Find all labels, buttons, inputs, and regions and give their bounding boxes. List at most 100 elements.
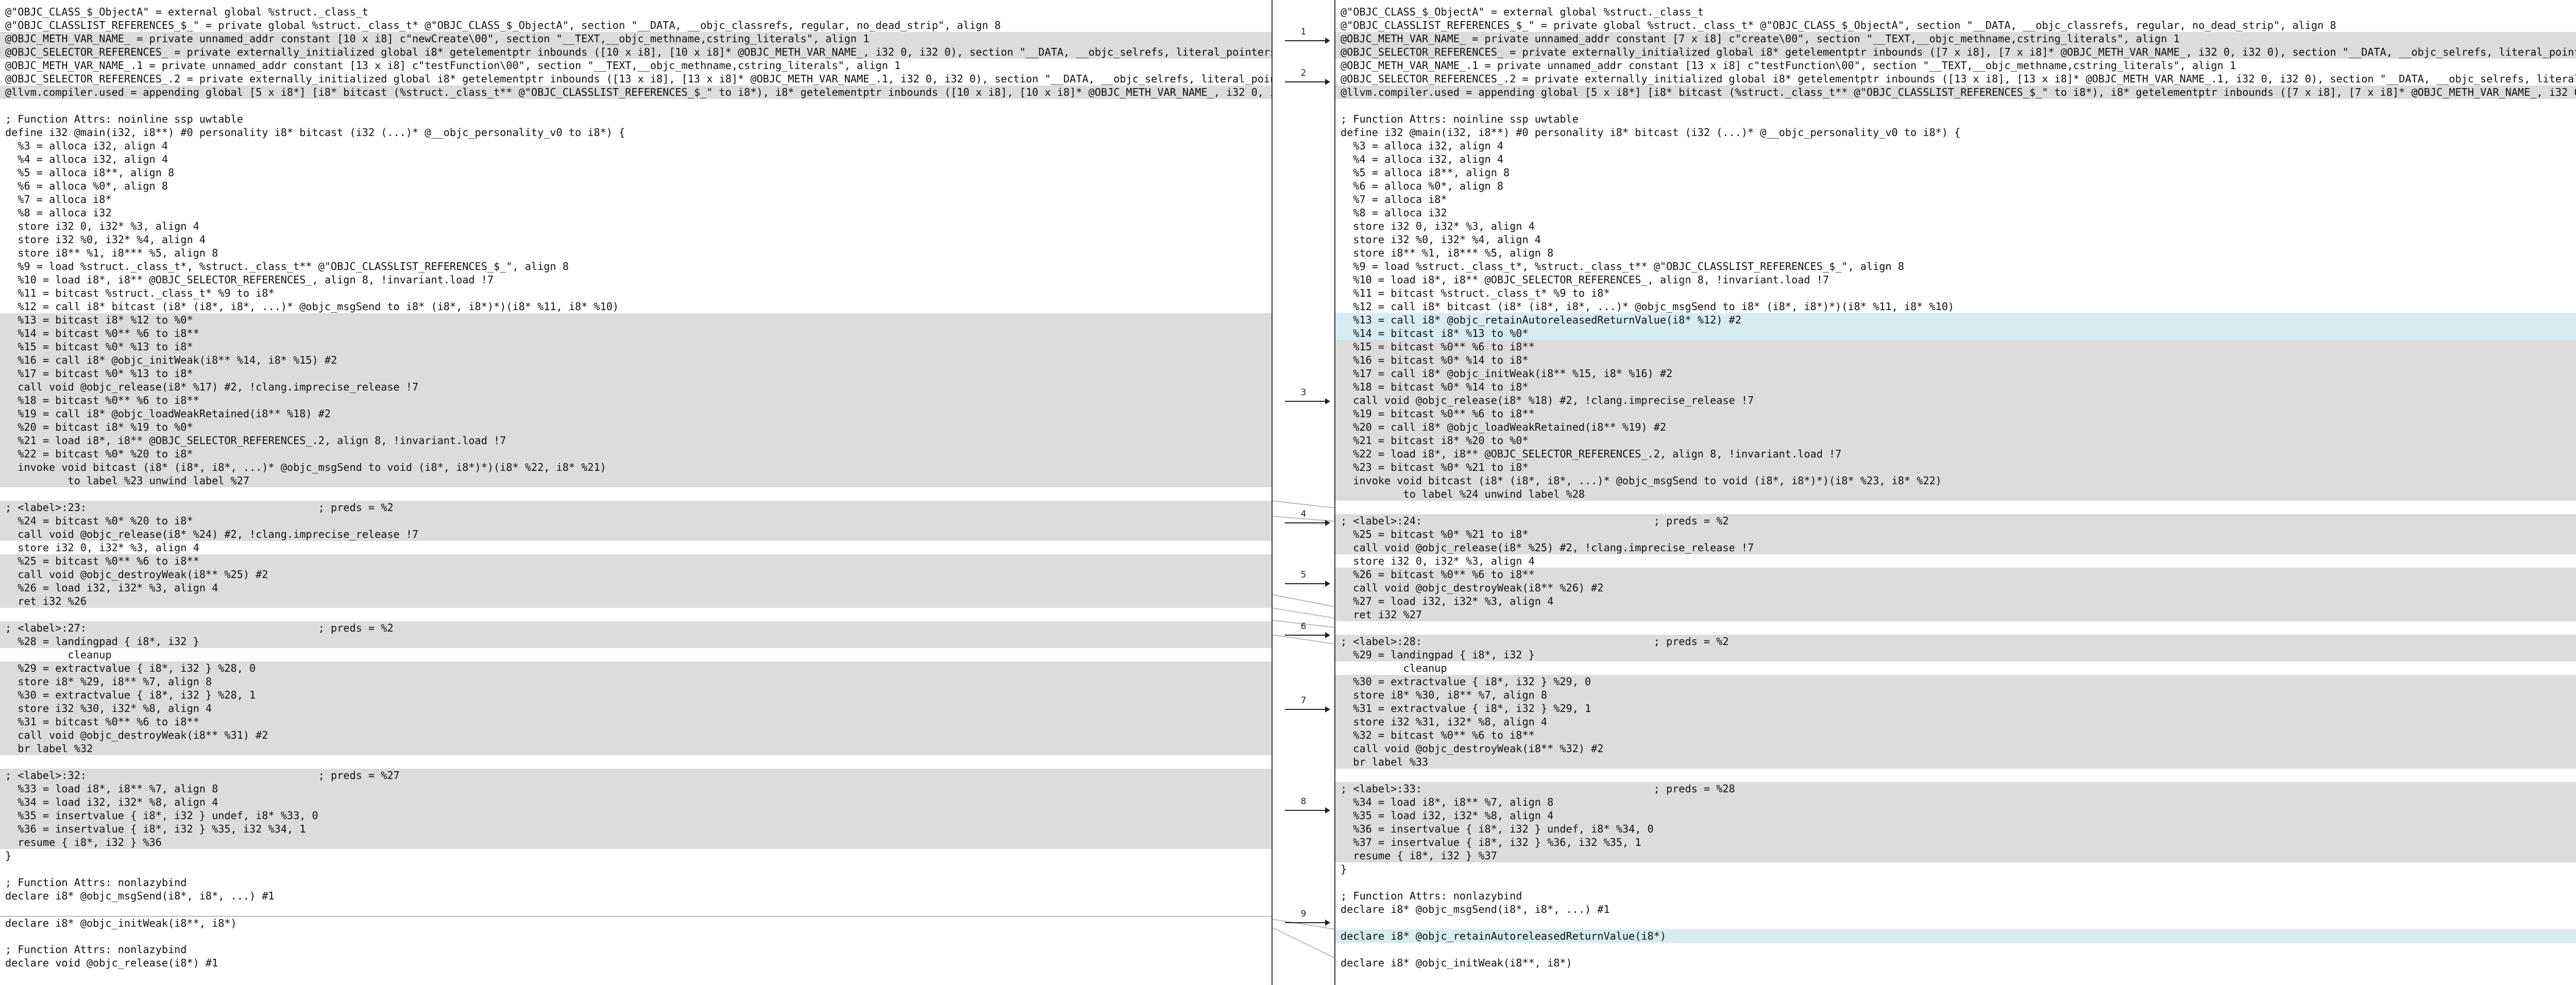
left-code-line: %4 = alloca i32, align 4	[5, 153, 168, 165]
left-code-line: br label %32	[0, 742, 1272, 755]
left-code-line: @OBJC_SELECTOR_REFERENCES_ = private ext…	[0, 45, 1272, 59]
left-code-line: ; Function Attrs: nonlazybind	[5, 943, 187, 956]
left-code-line: %5 = alloca i8**, align 8	[5, 166, 175, 179]
change-arrow-icon[interactable]	[1285, 38, 1330, 44]
left-code-line	[0, 903, 1272, 916]
left-code-line: %18 = bitcast %0** %6 to i8**	[0, 394, 1272, 407]
left-code-line: %21 = load i8*, i8** @OBJC_SELECTOR_REFE…	[0, 434, 1272, 447]
change-arrow-icon[interactable]	[1285, 581, 1330, 587]
change-number[interactable]: 8	[1283, 796, 1324, 807]
right-code-line: %17 = call i8* @objc_initWeak(i8** %15, …	[1335, 367, 2576, 380]
right-code-line: %34 = load i8*, i8** %7, align 8	[1335, 795, 2576, 809]
diff-connector-line	[1272, 594, 1335, 607]
change-number[interactable]: 2	[1283, 68, 1324, 78]
left-code-line: define i32 @main(i32, i8**) #0 personali…	[5, 126, 625, 139]
right-code-line: %18 = bitcast %0* %14 to i8*	[1335, 380, 2576, 394]
left-code-line: %31 = bitcast %0** %6 to i8**	[0, 715, 1272, 728]
right-code-line: ; Function Attrs: nonlazybind	[1341, 890, 1522, 902]
left-code-line: declare void @objc_release(i8*) #1	[5, 957, 218, 969]
right-code-line: %25 = bitcast %0* %21 to i8*	[1335, 528, 2576, 541]
right-code-line: %19 = bitcast %0** %6 to i8**	[1335, 407, 2576, 420]
diff-connector-line	[1272, 927, 1335, 959]
change-arrow-icon[interactable]	[1285, 632, 1330, 638]
change-number[interactable]: 6	[1283, 621, 1324, 632]
right-file-pane[interactable]: @"OBJC_CLASS_$_ObjectA" = external globa…	[1335, 0, 2576, 985]
change-number[interactable]: 9	[1283, 909, 1324, 919]
right-code-line: %16 = bitcast %0* %14 to i8*	[1335, 353, 2576, 367]
left-code-line: %13 = bitcast i8* %12 to %0*	[0, 313, 1272, 327]
change-arrow-icon[interactable]	[1285, 520, 1330, 526]
left-code-line: @llvm.compiler.used = appending global […	[0, 86, 1272, 99]
left-code-line: %8 = alloca i32	[5, 207, 112, 219]
right-code-line: %15 = bitcast %0** %6 to i8**	[1335, 340, 2576, 353]
left-code-line: %3 = alloca i32, align 4	[5, 140, 168, 152]
change-connectors	[1272, 500, 1335, 959]
right-code-line	[1335, 876, 2576, 889]
change-arrow-icon[interactable]	[1285, 807, 1330, 813]
left-code-line: @"OBJC_CLASSLIST_REFERENCES_$_" = privat…	[5, 19, 1001, 31]
change-arrow-icon[interactable]	[1285, 398, 1330, 404]
right-code-line: %21 = bitcast i8* %20 to %0*	[1335, 434, 2576, 447]
left-code-line: %12 = call i8* bitcast (i8* (i8*, i8*, .…	[5, 300, 619, 313]
left-code-line: %9 = load %struct._class_t*, %struct._cl…	[5, 260, 569, 273]
left-code-line: %34 = load i32, i32* %8, align 4	[0, 795, 1272, 809]
left-code-line: %14 = bitcast %0** %6 to i8**	[0, 327, 1272, 340]
change-number[interactable]: 3	[1283, 387, 1324, 398]
gutter-divider-left[interactable]	[1272, 0, 1273, 985]
left-code-line: invoke void bitcast (i8* (i8*, i8*, ...)…	[0, 461, 1272, 474]
left-code-line: %24 = bitcast %0* %20 to i8*	[0, 514, 1272, 528]
right-code-line: @OBJC_SELECTOR_REFERENCES_.2 = private e…	[1341, 73, 2576, 85]
diff-connector-line	[1272, 500, 1335, 508]
left-code-line: store i32 0, i32* %3, align 4	[5, 541, 199, 554]
change-arrow-icon[interactable]	[1285, 706, 1330, 712]
change-number[interactable]: 1	[1283, 27, 1324, 37]
left-code-line: %6 = alloca %0*, align 8	[5, 180, 168, 192]
right-code-line: ; <label>:24: ; preds = %2	[1335, 514, 2576, 528]
right-code-line: call void @objc_release(i8* %25) #2, !cl…	[1335, 541, 2576, 554]
right-code-line: ; <label>:28: ; preds = %2	[1335, 635, 2576, 648]
right-code-line: %23 = bitcast %0* %21 to i8*	[1335, 461, 2576, 474]
right-code-line: %35 = load i32, i32* %8, align 4	[1335, 809, 2576, 822]
right-code-line: cleanup	[1341, 662, 1447, 674]
left-code-line: declare i8* @objc_msgSend(i8*, i8*, ...)…	[5, 890, 275, 902]
left-file-pane[interactable]: @"OBJC_CLASS_$_ObjectA" = external globa…	[0, 0, 1272, 985]
right-code-line: declare i8* @objc_msgSend(i8*, i8*, ...)…	[1341, 903, 1610, 915]
right-code-line: ret i32 %27	[1335, 608, 2576, 621]
left-code-line: %15 = bitcast %0* %13 to i8*	[0, 340, 1272, 353]
change-arrow-icon[interactable]	[1285, 79, 1330, 85]
right-code-line: %31 = extractvalue { i8*, i32 } %29, 1	[1335, 702, 2576, 715]
right-code-line: invoke void bitcast (i8* (i8*, i8*, ...)…	[1335, 474, 2576, 487]
left-code-line: %33 = load i8*, i8** %7, align 8	[0, 782, 1272, 795]
right-code-line	[1335, 621, 2576, 635]
left-code-line: %35 = insertvalue { i8*, i32 } undef, i8…	[0, 809, 1272, 822]
right-code-line: %9 = load %struct._class_t*, %struct._cl…	[1341, 260, 1904, 273]
right-code-line: store i32 0, i32* %3, align 4	[1341, 555, 1535, 567]
left-code-line	[0, 99, 1272, 112]
change-arrow-icon[interactable]	[1285, 920, 1330, 926]
right-code-line: resume { i8*, i32 } %37	[1335, 849, 2576, 862]
right-code-line: %7 = alloca i8*	[1341, 193, 1447, 206]
left-code-line: to label %23 unwind label %27	[0, 474, 1272, 487]
left-code-line: store i32 0, i32* %3, align 4	[5, 220, 199, 232]
right-code-line: %22 = load i8*, i8** @OBJC_SELECTOR_REFE…	[1335, 447, 2576, 461]
left-code-line: @OBJC_SELECTOR_REFERENCES_.2 = private e…	[5, 73, 1272, 85]
right-code-line: %20 = call i8* @objc_loadWeakRetained(i8…	[1335, 420, 2576, 434]
change-number[interactable]: 5	[1283, 570, 1324, 580]
left-code-line: ; <label>:23: ; preds = %2	[0, 501, 1272, 514]
left-code-line: %28 = landingpad { i8*, i32 }	[0, 635, 1272, 648]
change-number[interactable]: 4	[1283, 509, 1324, 519]
left-code-line: call void @objc_destroyWeak(i8** %25) #2	[0, 568, 1272, 581]
right-code-line	[1335, 769, 2576, 782]
left-code-line	[0, 755, 1272, 769]
right-code-line	[1335, 501, 2576, 514]
right-code-line: %26 = bitcast %0** %6 to i8**	[1335, 568, 2576, 581]
right-code-line: store i32 0, i32* %3, align 4	[1341, 220, 1535, 232]
diff-connector-line	[1272, 607, 1335, 619]
left-code-line: resume { i8*, i32 } %36	[0, 836, 1272, 849]
left-code-line: %25 = bitcast %0** %6 to i8**	[0, 554, 1272, 568]
change-number[interactable]: 7	[1283, 695, 1324, 706]
right-code-line: @OBJC_SELECTOR_REFERENCES_ = private ext…	[1335, 45, 2576, 59]
left-code-line: call void @objc_release(i8* %17) #2, !cl…	[0, 380, 1272, 394]
right-code-line: %37 = insertvalue { i8*, i32 } %36, i32 …	[1335, 836, 2576, 849]
left-code-line: %36 = insertvalue { i8*, i32 } %35, i32 …	[0, 822, 1272, 836]
